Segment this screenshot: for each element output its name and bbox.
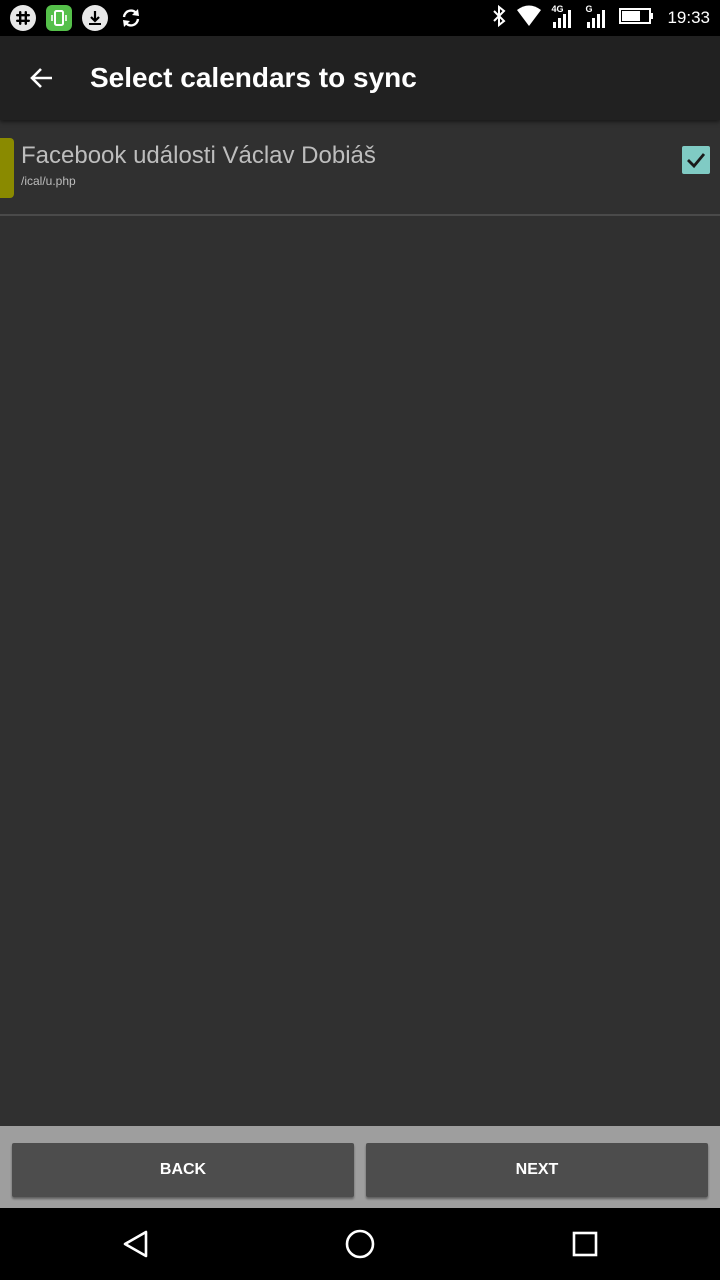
status-bar: 4G G 19:33 [0, 0, 720, 36]
arrow-back-icon[interactable] [22, 58, 62, 98]
wifi-icon [515, 4, 543, 33]
calendar-name: Facebook události Václav Dobiáš [21, 142, 376, 169]
navigation-bar [0, 1208, 720, 1280]
next-button[interactable]: NEXT [366, 1143, 708, 1197]
nav-back-icon[interactable] [114, 1222, 158, 1266]
nav-recents-icon[interactable] [563, 1222, 607, 1266]
sync-icon [118, 5, 144, 31]
vibe-app-icon [46, 5, 72, 31]
page-title: Select calendars to sync [90, 62, 417, 93]
nav-home-icon[interactable] [338, 1222, 382, 1266]
status-time: 19:33 [667, 8, 710, 27]
check-icon [687, 153, 706, 169]
button-bar: BACK NEXT [0, 1126, 720, 1208]
calendar-sync-checkbox[interactable] [682, 146, 710, 174]
calendar-color-indicator [0, 138, 14, 198]
signal-icon: G [585, 4, 611, 30]
download-icon [82, 5, 108, 31]
back-button[interactable]: BACK [12, 1143, 354, 1197]
signal-4g-icon: 4G [551, 4, 577, 30]
bluetooth-icon [491, 4, 507, 33]
app-bar: Select calendars to sync [0, 36, 720, 120]
battery-icon [619, 6, 655, 31]
calendar-list: Facebook události Václav Dobiáš /ical/u.… [0, 122, 720, 216]
slack-icon [10, 5, 36, 31]
system-icons: 4G G 19:33 [491, 4, 710, 33]
notification-icons [10, 5, 144, 31]
calendar-url: /ical/u.php [21, 174, 76, 188]
calendar-list-item[interactable]: Facebook události Václav Dobiáš /ical/u.… [0, 122, 720, 216]
